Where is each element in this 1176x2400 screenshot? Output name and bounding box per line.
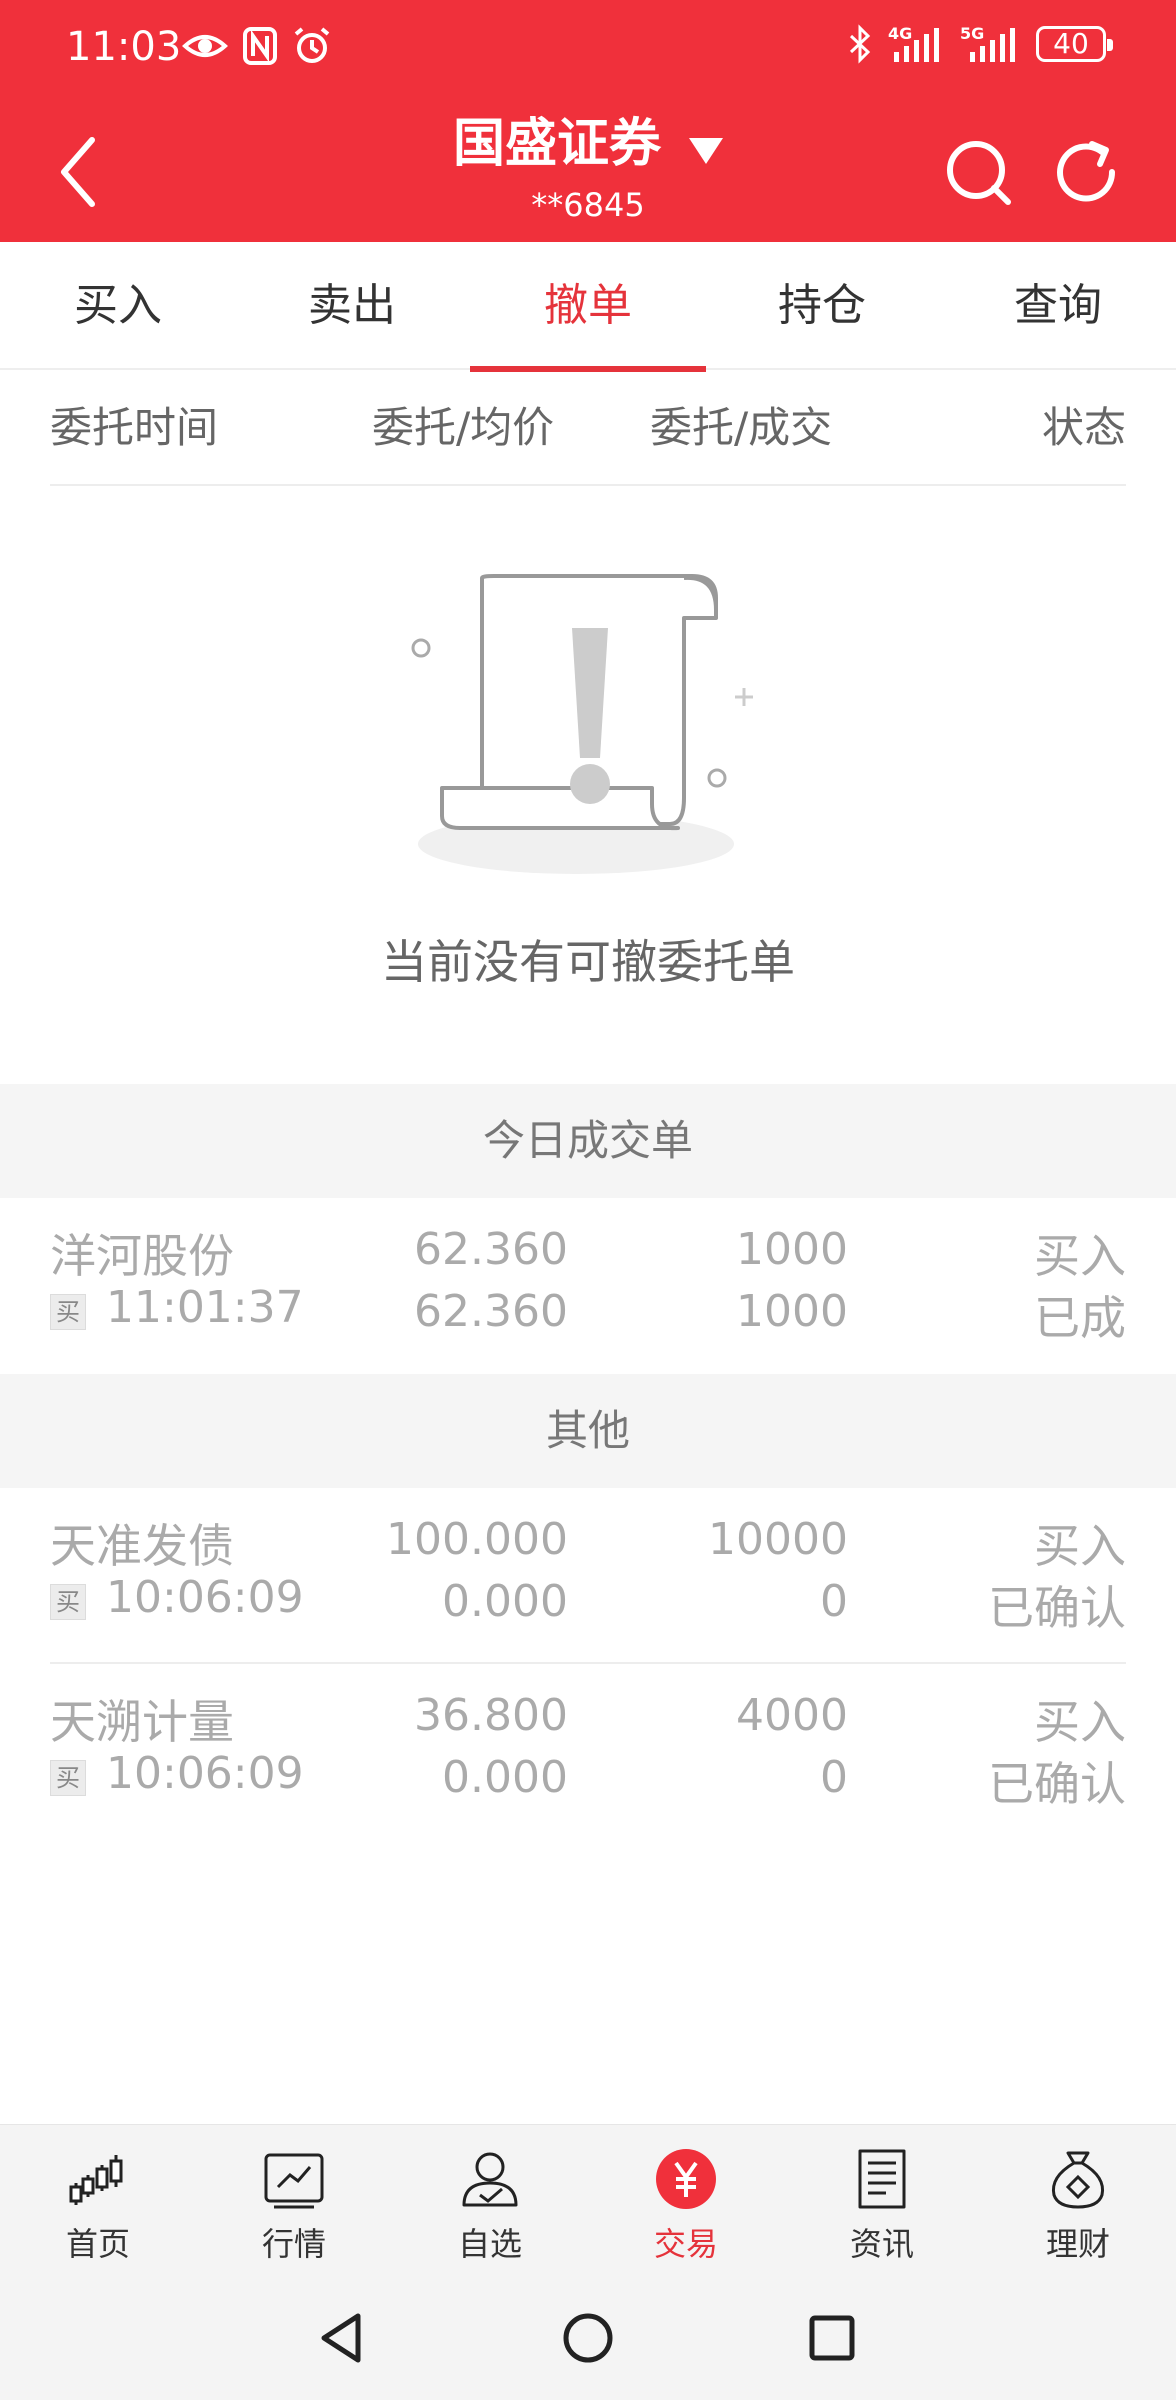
trade-direction: 买入 — [1034, 1229, 1126, 1283]
bottom-tab-label: 理财 — [1045, 2225, 1110, 2263]
trade-status: 已确认 — [988, 1581, 1126, 1635]
trade-direction: 买入 — [1034, 1695, 1126, 1749]
section-today-trades: 今日成交单 — [0, 1084, 1176, 1198]
tab-sell[interactable]: 卖出 — [234, 242, 470, 370]
alarm-icon — [294, 27, 330, 63]
buy-badge: 买 — [50, 1294, 86, 1330]
trade-status: 已成 — [1034, 1291, 1126, 1345]
header: 11:03 4G 5G 40 国盛证券 **6845 — [0, 0, 1176, 242]
stock-name: 天准发债 — [50, 1519, 234, 1573]
tab-query[interactable]: 查询 — [940, 242, 1176, 370]
tab-buy[interactable]: 买入 — [0, 242, 236, 370]
bottom-tab-wealth[interactable]: 理财 — [980, 2147, 1176, 2287]
exclamation-scroll-icon — [411, 574, 753, 874]
trade-row[interactable]: 天溯计量 买 10:06:09 36.800 0.000 4000 0 买入 已… — [50, 1664, 1126, 1834]
bottom-tab-news[interactable]: 资讯 — [784, 2147, 980, 2287]
trade-row[interactable]: 天准发债 买 10:06:09 100.000 0.000 10000 0 买入… — [50, 1488, 1126, 1658]
system-nav-bar — [0, 2290, 1176, 2390]
column-quantity: 委托/成交 — [650, 403, 833, 452]
trade-tabs: 买入 卖出 撤单 持仓 查询 — [0, 242, 1176, 372]
money-bag-icon — [1051, 2151, 1105, 2209]
tab-positions[interactable]: 持仓 — [704, 242, 940, 370]
app-root: 11:03 4G 5G 40 国盛证券 **6845 买入 卖出 撤单 持仓 查… — [0, 0, 1176, 2400]
trade-status: 已确认 — [988, 1757, 1126, 1811]
battery-indicator: 40 — [1036, 26, 1113, 62]
order-time: 10:06:09 — [106, 1748, 304, 1799]
signal-bars-icon — [894, 28, 939, 62]
buy-badge: 买 — [50, 1760, 86, 1796]
column-price: 委托/均价 — [372, 403, 555, 452]
order-quantity: 10000 — [708, 1514, 848, 1565]
bottom-tab-market[interactable]: 行情 — [196, 2147, 392, 2287]
filled-quantity: 0 — [820, 1576, 848, 1627]
section-other-trades: 其他 — [0, 1374, 1176, 1488]
column-header: 委托时间 委托/均价 委托/成交 状态 — [50, 370, 1126, 486]
trade-direction: 买入 — [1034, 1519, 1126, 1573]
filled-quantity: 0 — [820, 1752, 848, 1803]
system-back-icon[interactable] — [316, 2310, 366, 2366]
status-time: 11:03 — [66, 24, 182, 70]
average-price: 0.000 — [442, 1576, 568, 1627]
stock-name: 洋河股份 — [50, 1229, 234, 1283]
refresh-icon[interactable] — [1052, 138, 1122, 208]
status-icons-right: 4G 5G 40 — [848, 24, 1113, 64]
order-time: 11:01:37 — [106, 1282, 304, 1333]
empty-message: 当前没有可撤委托单 — [381, 935, 795, 989]
bottom-tab-watchlist[interactable]: 自选 — [392, 2147, 588, 2287]
signal-5g: 5G — [960, 24, 1020, 64]
trade-row[interactable]: 洋河股份 买 11:01:37 62.360 62.360 1000 1000 … — [50, 1198, 1126, 1368]
bottom-tab-label: 自选 — [457, 2225, 522, 2263]
search-icon[interactable] — [944, 138, 1014, 208]
bottom-tab-trade[interactable]: 交易 — [588, 2147, 784, 2287]
bottom-tab-label: 交易 — [653, 2225, 718, 2263]
signal-4g: 4G — [888, 24, 944, 64]
order-quantity: 4000 — [736, 1690, 848, 1741]
order-price: 100.000 — [386, 1514, 568, 1565]
average-price: 62.360 — [414, 1286, 568, 1337]
buy-badge: 买 — [50, 1584, 86, 1620]
column-status: 状态 — [1041, 403, 1126, 452]
column-time: 委托时间 — [50, 403, 219, 452]
chart-line-icon — [264, 2153, 324, 2209]
stock-name: 天溯计量 — [50, 1695, 234, 1749]
document-icon — [858, 2149, 906, 2209]
status-icons-left — [182, 26, 332, 66]
signal-bars-icon — [970, 28, 1015, 62]
user-check-icon — [462, 2152, 518, 2207]
bottom-tab-home[interactable]: 首页 — [0, 2147, 196, 2287]
bottom-tab-label: 首页 — [65, 2225, 130, 2263]
yen-circle-icon — [656, 2149, 716, 2209]
bottom-tab-label: 资讯 — [849, 2225, 914, 2263]
filled-quantity: 1000 — [736, 1286, 848, 1337]
average-price: 0.000 — [442, 1752, 568, 1803]
order-time: 10:06:09 — [106, 1572, 304, 1623]
order-price: 62.360 — [414, 1224, 568, 1275]
dropdown-triangle-icon — [689, 137, 723, 164]
eye-icon — [182, 35, 228, 57]
system-recents-icon[interactable] — [808, 2314, 856, 2362]
candlestick-icon — [69, 2155, 123, 2205]
broker-title: 国盛证券 — [452, 114, 661, 174]
order-quantity: 1000 — [736, 1224, 848, 1275]
bluetooth-icon — [849, 24, 871, 64]
system-home-icon[interactable] — [562, 2312, 614, 2364]
bottom-tab-label: 行情 — [261, 2225, 326, 2263]
nfc-icon — [243, 27, 277, 65]
tab-cancel[interactable]: 撤单 — [470, 242, 706, 372]
order-price: 36.800 — [414, 1690, 568, 1741]
